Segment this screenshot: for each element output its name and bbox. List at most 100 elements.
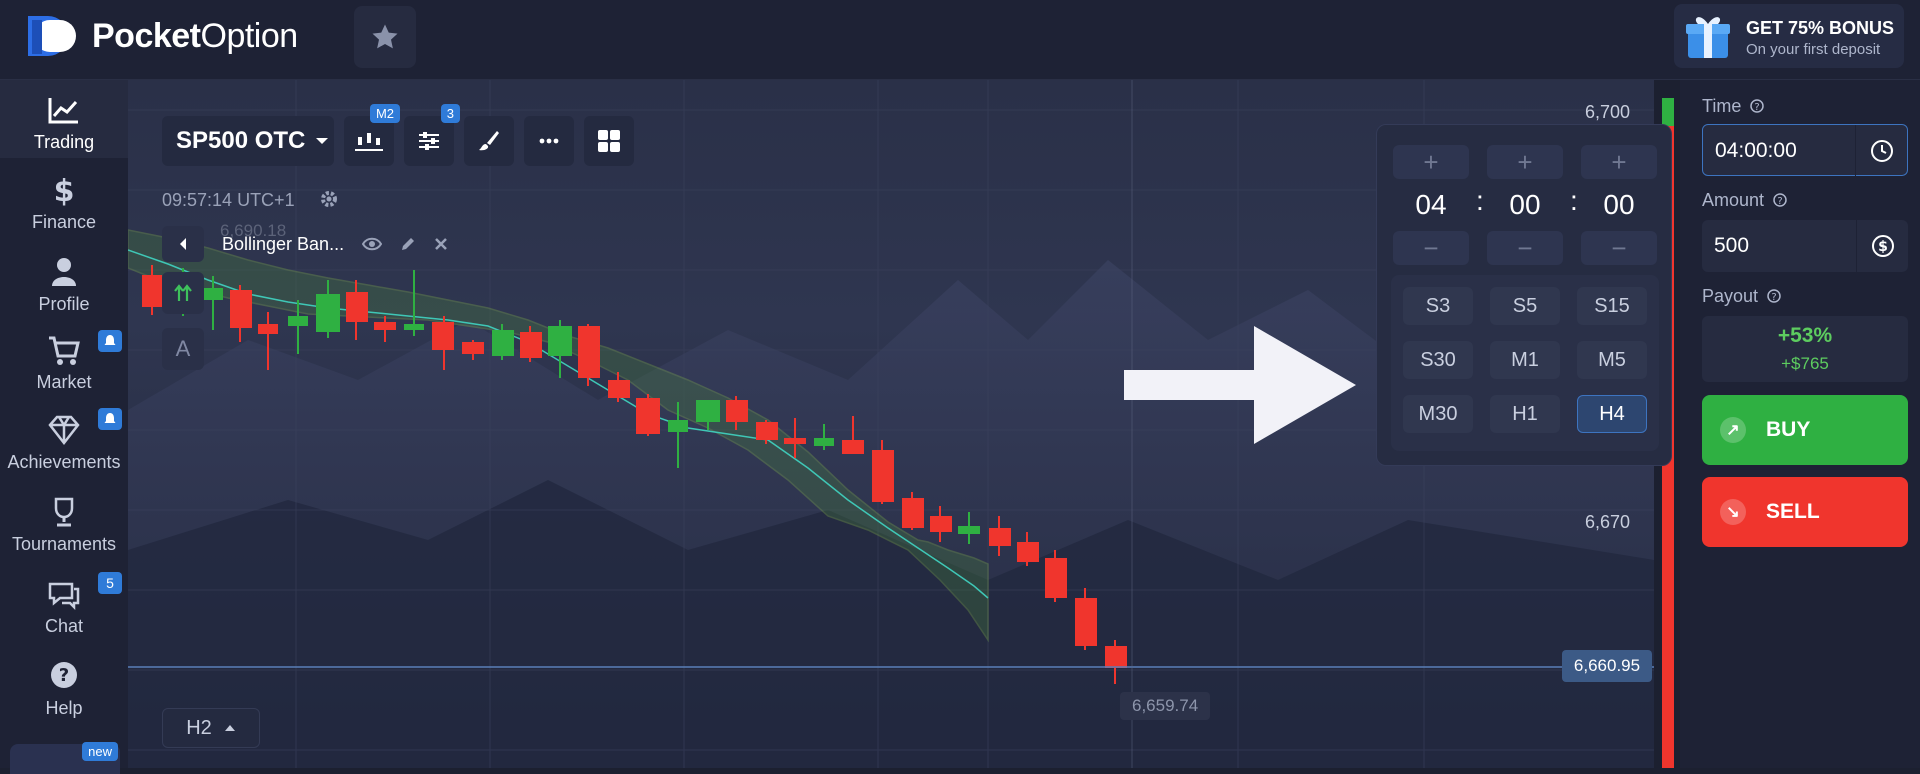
hours-increment-button[interactable]: + [1393, 145, 1469, 179]
sidebar-item-finance[interactable]: $ Finance [0, 174, 128, 233]
amount-field[interactable]: 500 $ [1702, 220, 1908, 272]
trend-signal-button[interactable] [162, 272, 204, 314]
sentiment-bar-up [1662, 98, 1674, 126]
help-circle-icon[interactable]: ? [1767, 289, 1781, 303]
seconds-column: + 00 − [1581, 145, 1657, 265]
preset-s5[interactable]: S5 [1490, 287, 1560, 325]
market-notification-badge [98, 330, 122, 352]
time-value: 04:00:00 [1715, 139, 1797, 162]
close-icon[interactable] [434, 237, 448, 251]
brush-icon [479, 131, 499, 151]
bell-icon [104, 413, 116, 423]
sell-label: SELL [1766, 500, 1820, 523]
star-icon [372, 24, 398, 49]
sell-button[interactable]: ↘ SELL [1702, 477, 1908, 547]
indicator-name: Bollinger Ban... [222, 233, 345, 254]
sidebar-item-tournaments[interactable]: Tournaments [0, 496, 128, 555]
bonus-banner[interactable]: GET 75% BONUS On your first deposit [1674, 4, 1904, 68]
time-picker-toggle[interactable] [1855, 125, 1907, 177]
drawing-tools-button[interactable] [464, 116, 514, 166]
svg-text:?: ? [1777, 196, 1782, 207]
minutes-increment-button[interactable]: + [1487, 145, 1563, 179]
help-icon: ? [51, 662, 77, 688]
sidebar-item-trading[interactable]: Trading [0, 80, 128, 158]
brand-name: PocketOption [92, 17, 298, 56]
clock-icon [1870, 140, 1893, 162]
preset-s15[interactable]: S15 [1577, 287, 1647, 325]
preset-h4[interactable]: H4 [1577, 395, 1647, 433]
minutes-decrement-button[interactable]: − [1487, 231, 1563, 265]
preset-m5[interactable]: M5 [1577, 341, 1647, 379]
hours-decrement-button[interactable]: − [1393, 231, 1469, 265]
logo[interactable]: PocketOption [26, 14, 298, 58]
chart-type-badge: M2 [369, 104, 400, 123]
sidebar-item-help[interactable]: ? Help [0, 660, 128, 719]
preset-s30[interactable]: S30 [1403, 341, 1473, 379]
help-circle-icon[interactable]: ? [1750, 99, 1765, 113]
preset-m30[interactable]: M30 [1403, 395, 1473, 433]
sidebar-item-label: Help [45, 698, 83, 718]
hours-value[interactable]: 04 [1393, 179, 1469, 231]
payout-percent: +53% [1777, 324, 1833, 347]
minutes-value[interactable]: 00 [1487, 179, 1563, 231]
low-price-tag: 6,659.74 [1120, 692, 1211, 720]
pocket-option-logo-icon [28, 16, 76, 56]
preset-grid: S3 S5 S15 S30 M1 M5 M30 H1 H4 [1391, 275, 1659, 451]
timeframe-selector[interactable]: H2 [162, 708, 260, 748]
sidebar-item-label: Tournaments [11, 534, 117, 554]
settings-gear-icon[interactable] [320, 190, 338, 208]
sidebar-item-label: Profile [38, 294, 90, 314]
clock-text: 09:57:14 UTC+1 [162, 190, 295, 210]
arrow-down-right-icon: ↘ [1720, 499, 1746, 525]
currency-toggle[interactable]: $ [1856, 220, 1908, 272]
ellipsis-icon [539, 138, 559, 144]
dollar-icon: $ [54, 174, 75, 206]
amount-label-text: Amount [1702, 190, 1765, 210]
buy-button[interactable]: ↗ BUY [1702, 395, 1908, 465]
price-axis-top: 6,700 [1584, 102, 1630, 122]
grid-layout-icon [598, 130, 620, 152]
eye-icon[interactable] [362, 237, 383, 251]
sidebar-item-label: Finance [31, 212, 97, 232]
arrow-up-right-icon: ↗ [1720, 417, 1746, 443]
chevron-left-icon [180, 238, 186, 250]
collapse-indicators-button[interactable] [162, 226, 204, 262]
dollar-circle-icon: $ [1871, 235, 1894, 257]
bonus-subtitle: On your first deposit [1746, 41, 1881, 58]
sidebar-item-profile[interactable]: Profile [0, 256, 128, 315]
seconds-decrement-button[interactable]: − [1581, 231, 1657, 265]
indicators-count-badge: 3 [440, 104, 460, 123]
promo-tile[interactable]: new [10, 742, 120, 774]
caret-down-icon [316, 138, 329, 144]
seconds-increment-button[interactable]: + [1581, 145, 1657, 179]
indicators-button[interactable]: 3 [404, 104, 460, 166]
indicator-legend: Bollinger Ban... [162, 226, 448, 262]
diamond-icon [48, 415, 80, 446]
chart-type-button[interactable]: M2 [344, 104, 400, 166]
candles-icon [355, 133, 383, 151]
favorites-button[interactable] [354, 6, 416, 68]
asset-name: SP500 OTC [176, 127, 306, 154]
seconds-value[interactable]: 00 [1581, 179, 1657, 231]
layout-button[interactable] [584, 116, 634, 166]
preset-h1[interactable]: H1 [1490, 395, 1560, 433]
preset-s3[interactable]: S3 [1403, 287, 1473, 325]
text-tool-button[interactable]: A [162, 328, 204, 370]
preset-m1[interactable]: M1 [1490, 341, 1560, 379]
sidebar-item-label: Chat [44, 616, 84, 636]
time-field[interactable]: 04:00:00 [1702, 124, 1908, 177]
current-price-tag: 6,660.95 [1562, 650, 1652, 682]
help-circle-icon[interactable]: ? [1773, 193, 1787, 207]
sidebar-item-label: Trading [33, 132, 95, 152]
pencil-icon[interactable] [400, 236, 416, 252]
payout-box: +53% +$765 [1702, 316, 1908, 382]
more-options-button[interactable] [524, 116, 574, 166]
new-badge: new [82, 742, 118, 761]
double-arrow-up-icon [174, 284, 192, 301]
time-label: Time ? [1702, 96, 1765, 117]
caret-up-icon [224, 725, 235, 731]
chat-count-badge: 5 [98, 572, 122, 594]
achievements-notification-badge [98, 408, 122, 430]
sliders-icon [419, 132, 439, 150]
asset-selector[interactable]: SP500 OTC [162, 116, 334, 166]
